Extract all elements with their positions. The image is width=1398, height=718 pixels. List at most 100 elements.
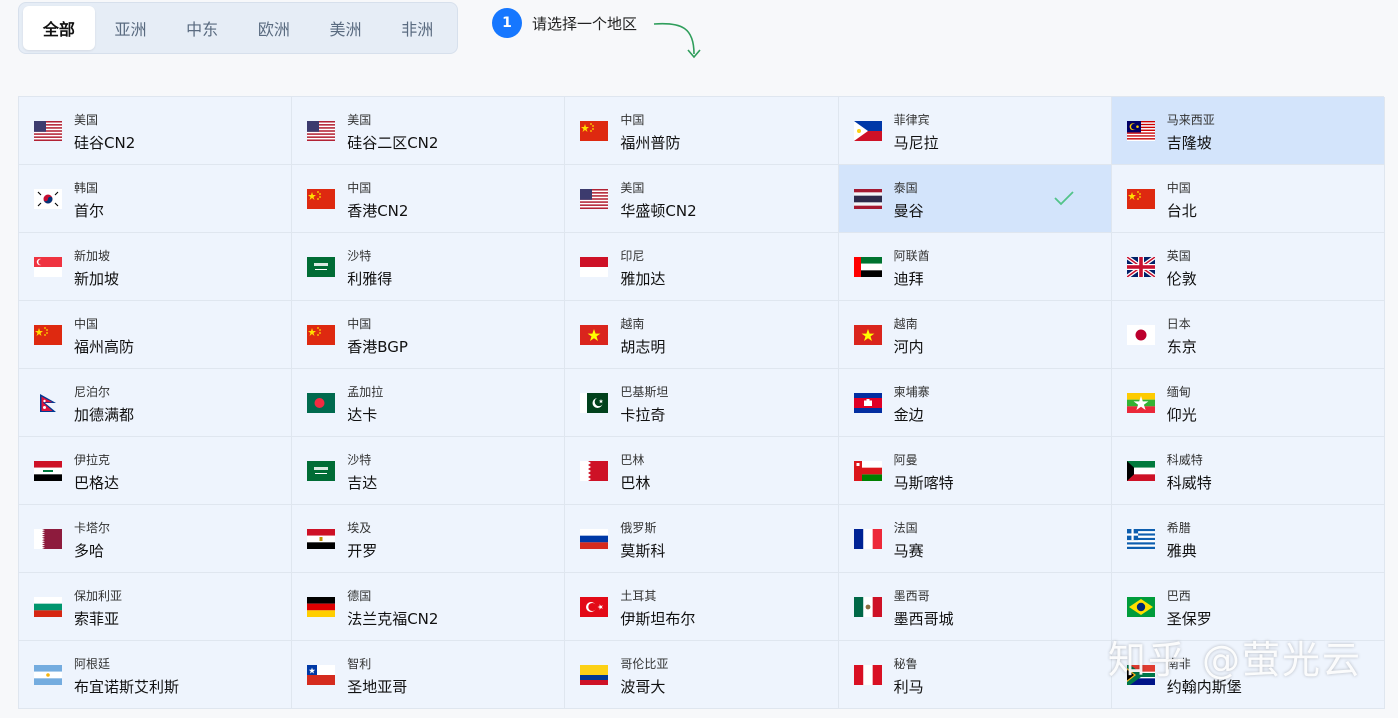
region-card[interactable]: 科威特 科威特 bbox=[1111, 437, 1385, 505]
region-card[interactable]: 智利 圣地亚哥 bbox=[292, 641, 566, 709]
region-card[interactable]: 中国 福州高防 bbox=[19, 301, 293, 369]
region-card[interactable]: 德国 法兰克福CN2 bbox=[292, 573, 566, 641]
region-card[interactable]: 越南 河内 bbox=[838, 301, 1112, 369]
region-card[interactable]: 英国 伦敦 bbox=[1111, 233, 1385, 301]
region-card[interactable]: 阿联酋 迪拜 bbox=[838, 233, 1112, 301]
cn-flag-icon bbox=[580, 121, 609, 141]
region-country: 菲律宾 bbox=[893, 113, 930, 127]
region-country: 法国 bbox=[893, 521, 918, 535]
region-country: 美国 bbox=[347, 113, 372, 127]
region-card[interactable]: 保加利亚 索菲亚 bbox=[19, 573, 293, 641]
region-card[interactable]: 缅甸 仰光 bbox=[1111, 369, 1385, 437]
ph-flag-icon bbox=[853, 121, 882, 141]
region-grid: 美国 硅谷CN2 美国 硅谷二区CN2 中国 福州普防 菲律宾 马尼拉 马来西亚 吉隆坡 韩国 首尔中… bbox=[18, 96, 1385, 709]
region-card[interactable]: 泰国 曼谷 bbox=[838, 165, 1112, 233]
region-card[interactable]: 希腊 雅典 bbox=[1111, 505, 1385, 573]
region-card[interactable]: 孟加拉 达卡 bbox=[292, 369, 566, 437]
region-card[interactable]: 土耳其 伊斯坦布尔 bbox=[565, 573, 839, 641]
pk-flag-icon bbox=[580, 393, 609, 413]
region-city: 曼谷 bbox=[893, 202, 924, 220]
region-country: 墨西哥 bbox=[893, 589, 930, 603]
us-flag-icon bbox=[580, 189, 609, 209]
region-city: 河内 bbox=[893, 338, 924, 356]
region-city: 巴格达 bbox=[74, 474, 120, 492]
tab-1[interactable]: 亚洲 bbox=[95, 6, 167, 50]
region-card[interactable]: 柬埔寨 金边 bbox=[838, 369, 1112, 437]
region-card[interactable]: 埃及 开罗 bbox=[292, 505, 566, 573]
region-country: 日本 bbox=[1166, 317, 1191, 331]
sa-flag-icon bbox=[307, 461, 336, 481]
region-card[interactable]: 伊拉克 巴格达 bbox=[19, 437, 293, 505]
region-card[interactable]: 沙特 利雅得 bbox=[292, 233, 566, 301]
region-city: 马尼拉 bbox=[893, 134, 939, 152]
region-city: 开罗 bbox=[347, 542, 378, 560]
region-card[interactable]: 美国 华盛顿CN2 bbox=[565, 165, 839, 233]
iq-flag-icon bbox=[34, 461, 62, 481]
br-flag-icon bbox=[1126, 597, 1155, 617]
region-card[interactable]: 秘鲁 利马 bbox=[838, 641, 1112, 709]
my-flag-icon bbox=[1126, 121, 1155, 141]
region-country: 中国 bbox=[620, 113, 645, 127]
region-card[interactable]: 尼泊尔 加德满都 bbox=[19, 369, 293, 437]
region-city: 波哥大 bbox=[620, 678, 666, 696]
region-card[interactable]: 沙特 吉达 bbox=[292, 437, 566, 505]
region-card[interactable]: 韩国 首尔 bbox=[19, 165, 293, 233]
bg-flag-icon bbox=[34, 597, 62, 617]
region-card[interactable]: 中国 香港CN2 bbox=[292, 165, 566, 233]
region-country: 阿联酋 bbox=[893, 249, 930, 263]
region-country: 中国 bbox=[347, 181, 372, 195]
region-city: 利马 bbox=[893, 678, 924, 696]
region-country: 泰国 bbox=[893, 181, 918, 195]
region-country: 孟加拉 bbox=[347, 385, 384, 399]
region-city: 科威特 bbox=[1166, 474, 1212, 492]
region-card[interactable]: 墨西哥 墨西哥城 bbox=[838, 573, 1112, 641]
region-city: 雅加达 bbox=[620, 270, 666, 288]
region-country: 印尼 bbox=[620, 249, 645, 263]
region-country: 柬埔寨 bbox=[893, 385, 930, 399]
region-card[interactable]: 美国 硅谷CN2 bbox=[19, 97, 293, 165]
region-card[interactable]: 阿曼 马斯喀特 bbox=[838, 437, 1112, 505]
region-card[interactable]: 中国 福州普防 bbox=[565, 97, 839, 165]
tab-0[interactable]: 全部 bbox=[23, 6, 95, 50]
tab-4[interactable]: 美洲 bbox=[310, 6, 382, 50]
region-country: 巴西 bbox=[1166, 589, 1191, 603]
region-card[interactable]: 阿根廷 布宜诺斯艾利斯 bbox=[19, 641, 293, 709]
region-card[interactable]: 新加坡 新加坡 bbox=[19, 233, 293, 301]
region-card[interactable]: 中国 香港BGP bbox=[292, 301, 566, 369]
region-card[interactable]: 中国 台北 bbox=[1111, 165, 1385, 233]
region-card[interactable]: 哥伦比亚 波哥大 bbox=[565, 641, 839, 709]
region-card[interactable]: 马来西亚 吉隆坡 bbox=[1111, 97, 1385, 165]
kw-flag-icon bbox=[1126, 461, 1155, 481]
tab-3[interactable]: 欧洲 bbox=[238, 6, 310, 50]
region-city: 伊斯坦布尔 bbox=[620, 610, 696, 628]
region-city: 福州高防 bbox=[74, 338, 135, 356]
region-country: 保加利亚 bbox=[74, 589, 123, 603]
region-city: 新加坡 bbox=[74, 270, 120, 288]
region-card[interactable]: 日本 东京 bbox=[1111, 301, 1385, 369]
region-card[interactable]: 法国 马赛 bbox=[838, 505, 1112, 573]
cn-flag-icon bbox=[34, 325, 62, 345]
tab-2[interactable]: 中东 bbox=[166, 6, 238, 50]
cn-flag-icon bbox=[1126, 189, 1155, 209]
region-card[interactable]: 菲律宾 马尼拉 bbox=[838, 97, 1112, 165]
region-card[interactable]: 巴林 巴林 bbox=[565, 437, 839, 505]
region-card[interactable]: 卡塔尔 多哈 bbox=[19, 505, 293, 573]
region-country: 阿根廷 bbox=[74, 657, 111, 671]
cl-flag-icon bbox=[307, 665, 336, 685]
region-card[interactable]: 印尼 雅加达 bbox=[565, 233, 839, 301]
region-country: 韩国 bbox=[74, 181, 99, 195]
tab-5[interactable]: 非洲 bbox=[381, 6, 453, 50]
region-card[interactable]: 美国 硅谷二区CN2 bbox=[292, 97, 566, 165]
region-card[interactable]: 巴基斯坦 卡拉奇 bbox=[565, 369, 839, 437]
region-card[interactable]: 越南 胡志明 bbox=[565, 301, 839, 369]
region-country: 土耳其 bbox=[620, 589, 657, 603]
qa-flag-icon bbox=[34, 529, 62, 549]
region-country: 新加坡 bbox=[74, 249, 111, 263]
de-flag-icon bbox=[307, 597, 336, 617]
region-card[interactable]: 俄罗斯 莫斯科 bbox=[565, 505, 839, 573]
region-city: 迪拜 bbox=[893, 270, 924, 288]
region-country: 英国 bbox=[1166, 249, 1191, 263]
us-flag-icon bbox=[34, 121, 62, 141]
region-country: 中国 bbox=[1166, 181, 1191, 195]
region-country: 德国 bbox=[347, 589, 372, 603]
